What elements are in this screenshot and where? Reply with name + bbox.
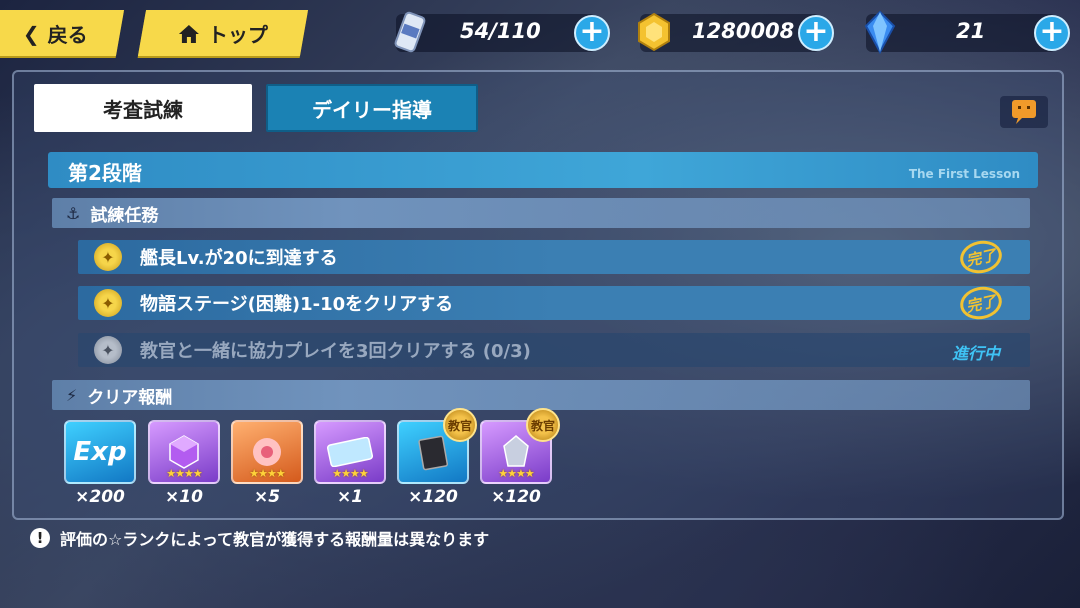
reward-qty: ×200 [75,487,125,507]
chat-icon [1012,100,1036,124]
coin-counter: 1280008 + [638,12,834,52]
home-icon [179,24,199,42]
emblem-icon: ★★★★ 教官 [480,408,560,484]
footer-note: ! 評価の☆ランクによって教官が獲得する報酬量は異なります [30,526,489,550]
sakura-icon: ★★★★ [231,420,303,484]
crystal-value: 21 [956,19,986,43]
instructor-badge: 教官 [443,408,477,442]
home-button[interactable]: トップ [137,10,309,56]
reward-item-book[interactable]: 教官 ×120 [397,408,477,507]
task-row: ✦ 物語ステージ(困難)1-10をクリアする 完了 [78,282,1030,324]
crystal-plus-button[interactable]: + [1034,15,1070,51]
tab-daily-guidance[interactable]: デイリー指導 [266,84,478,132]
task-row: ✦ 艦長Lv.が20に到達する 完了 [78,236,1030,278]
info-icon: ! [30,528,50,548]
stage-title: 第2段階 [68,161,142,185]
chat-button[interactable] [1000,96,1048,128]
task-text: 物語ステージ(困難)1-10をクリアする [140,294,454,315]
reward-qty: ×10 [165,487,203,507]
tab-exam-trial[interactable]: 考査試練 [34,84,252,132]
medal-icon: ✦ [94,243,122,271]
reward-qty: ×5 [253,487,281,507]
chevron-left-icon: ❮ [22,21,40,45]
reward-qty: ×120 [408,487,458,507]
back-button[interactable]: ❮ 戻る [0,10,125,56]
reward-item-cube[interactable]: ★★★★ ×10 [148,420,220,507]
rewards-header: ⚡ クリア報酬 [52,380,1030,410]
reward-item-sakura[interactable]: ★★★★ ×5 [231,420,303,507]
note-text: 評価の☆ランクによって教官が獲得する報酬量は異なります [60,530,490,549]
crystal-counter: 21 + [864,10,1070,54]
instructor-badge: 教官 [526,408,560,442]
exp-icon: Exp [64,420,136,484]
medal-icon: ✦ [94,336,122,364]
ticket-icon: ★★★★ [314,420,386,484]
stage-subtitle: The First Lesson [908,167,1020,181]
task-text: 艦長Lv.が20に到達する [140,248,338,269]
reward-item-emblem[interactable]: ★★★★ 教官 ×120 [480,408,560,507]
medal-icon: ✦ [94,289,122,317]
cube-icon: ★★★★ [148,420,220,484]
coin-icon [638,12,670,52]
coin-value: 1280008 [692,19,795,43]
stamina-counter: 54/110 + [394,11,610,53]
tasks-header-label: 試練任務 [90,205,159,226]
coin-plus-button[interactable]: + [798,15,834,51]
reward-qty: ×120 [491,487,541,507]
crystal-icon [864,10,896,54]
anchor-icon: ⚓ [66,203,81,223]
stamina-can-icon [394,11,426,53]
home-label: トップ [208,22,268,47]
book-icon: 教官 [397,408,477,484]
task-row: ✦ 教官と一緒に協力プレイを3回クリアする (0/3) 進行中 [78,333,1030,367]
tasks-header: ⚓ 試練任務 [52,198,1030,228]
task-status: 進行中 [951,344,1000,363]
completed-stamp-icon: 完了 [957,282,1005,324]
reward-item-ticket[interactable]: ★★★★ ×1 [314,420,386,507]
lightning-icon: ⚡ [66,385,78,405]
rewards-header-label: クリア報酬 [87,387,173,408]
reward-item-exp[interactable]: Exp ×200 [64,420,136,507]
stage-banner: 第2段階 The First Lesson [48,152,1038,188]
back-label: 戻る [47,22,88,47]
completed-stamp-icon: 完了 [957,236,1005,278]
stamina-plus-button[interactable]: + [574,15,610,51]
task-text: 教官と一緒に協力プレイを3回クリアする (0/3) [140,341,531,362]
stamina-value: 54/110 [460,19,541,43]
reward-qty: ×1 [336,487,364,507]
